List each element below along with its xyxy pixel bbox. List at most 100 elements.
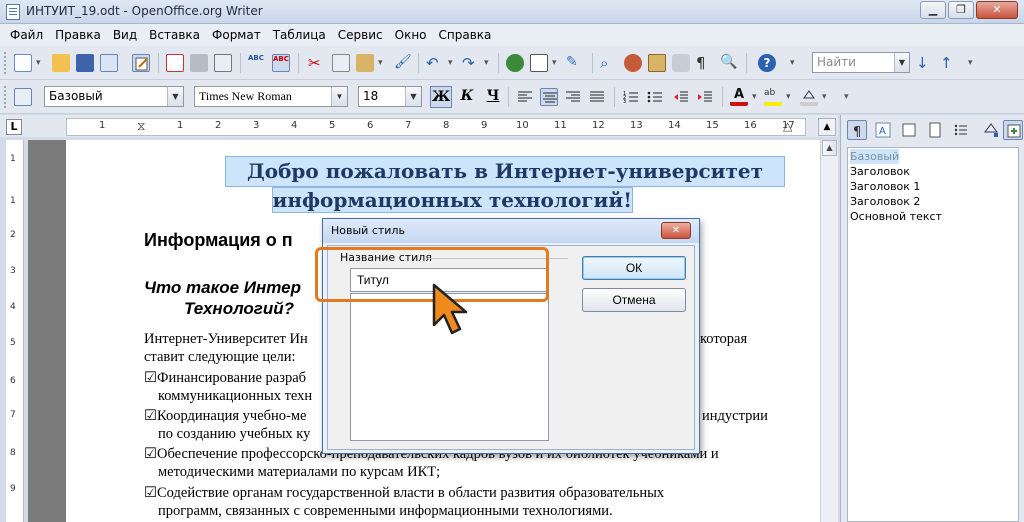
dialog-close-button[interactable]: ✕ bbox=[661, 222, 691, 239]
export-pdf-icon[interactable] bbox=[166, 54, 184, 72]
menu-tools[interactable]: Сервис bbox=[332, 28, 389, 42]
vertical-scrollbar[interactable]: ▲ bbox=[820, 140, 838, 522]
zoom-icon[interactable]: 🔍 bbox=[720, 54, 738, 72]
help-icon[interactable]: ? bbox=[758, 54, 776, 72]
spellcheck-icon[interactable]: ABC bbox=[248, 54, 266, 72]
undo-dropdown-icon[interactable]: ▾ bbox=[448, 52, 456, 74]
italic-button[interactable]: К bbox=[456, 86, 478, 108]
page-styles-icon[interactable] bbox=[925, 120, 945, 140]
style-item-heading-2[interactable]: Заголовок 2 bbox=[850, 194, 1016, 209]
new-style-from-selection-icon[interactable] bbox=[1003, 120, 1023, 140]
menu-file[interactable]: Файл bbox=[4, 28, 49, 42]
font-color-dropdown-icon[interactable]: ▾ bbox=[752, 86, 760, 108]
copy-icon[interactable] bbox=[332, 54, 350, 72]
navigator-icon[interactable] bbox=[624, 54, 642, 72]
fill-format-mode-icon[interactable] bbox=[981, 120, 1001, 140]
find-previous-icon[interactable]: ↑ bbox=[940, 54, 958, 72]
menu-table[interactable]: Таблица bbox=[267, 28, 332, 42]
section-heading[interactable]: Информация о п bbox=[144, 230, 293, 251]
menu-view[interactable]: Вид bbox=[107, 28, 143, 42]
cut-icon[interactable]: ✂ bbox=[308, 54, 326, 72]
style-item-heading[interactable]: Заголовок bbox=[850, 164, 1016, 179]
maximize-button[interactable]: ❐ bbox=[948, 1, 974, 19]
list-item[interactable]: коммуникационных техн bbox=[158, 387, 312, 405]
list-item[interactable]: программ, связанных с современными инфор… bbox=[158, 502, 613, 520]
menu-insert[interactable]: Вставка bbox=[143, 28, 206, 42]
print-icon[interactable] bbox=[190, 54, 208, 72]
style-item-body-text[interactable]: Основной текст bbox=[850, 209, 1016, 224]
paragraph-line[interactable]: ставит следующие цели: bbox=[144, 348, 296, 366]
hyperlink-icon[interactable] bbox=[506, 54, 524, 72]
list-item[interactable]: ☑Финансирование разраб bbox=[144, 369, 306, 387]
font-size-select[interactable]: 18 ▼ bbox=[358, 86, 422, 107]
save-icon[interactable] bbox=[76, 54, 94, 72]
bullets-icon[interactable] bbox=[646, 88, 664, 106]
numbering-icon[interactable]: 123 bbox=[622, 88, 640, 106]
scroll-up-icon[interactable]: ▲ bbox=[822, 140, 837, 156]
chevron-down-icon[interactable]: ▼ bbox=[167, 87, 183, 106]
style-item-heading-1[interactable]: Заголовок 1 bbox=[850, 179, 1016, 194]
email-icon[interactable] bbox=[100, 54, 118, 72]
chevron-down-icon[interactable]: ▼ bbox=[331, 87, 347, 106]
minimize-button[interactable]: ▁ bbox=[920, 1, 946, 19]
styles-formatting-icon[interactable] bbox=[14, 88, 32, 106]
align-left-icon[interactable] bbox=[516, 88, 534, 106]
decrease-indent-icon[interactable] bbox=[672, 88, 690, 106]
close-button[interactable]: ✕ bbox=[976, 1, 1018, 19]
formatting-toolbar-overflow-icon[interactable]: ▾ bbox=[844, 86, 852, 108]
cancel-button[interactable]: Отмена bbox=[582, 288, 686, 312]
paste-icon[interactable] bbox=[356, 54, 374, 72]
document-title-line2[interactable]: информационных технологий! bbox=[271, 187, 633, 213]
chevron-down-icon[interactable]: ▼ bbox=[405, 87, 421, 106]
paragraph-styles-icon[interactable]: ¶ bbox=[847, 120, 867, 140]
find-toolbar-overflow-icon[interactable]: ▾ bbox=[968, 52, 976, 74]
find-replace-icon[interactable]: ⌕ bbox=[600, 54, 618, 72]
new-document-icon[interactable] bbox=[14, 54, 32, 72]
redo-dropdown-icon[interactable]: ▾ bbox=[484, 52, 492, 74]
bold-button[interactable]: Ж bbox=[430, 86, 452, 108]
edit-mode-icon[interactable] bbox=[132, 54, 150, 72]
list-item[interactable]: по созданию учебных ку bbox=[158, 425, 310, 443]
highlighting-icon[interactable]: ab bbox=[764, 88, 782, 106]
redo-icon[interactable]: ↷ bbox=[462, 54, 480, 72]
font-color-icon[interactable]: A bbox=[730, 88, 748, 106]
formatting-marks-icon[interactable]: ¶ bbox=[696, 54, 714, 72]
paste-dropdown-icon[interactable]: ▾ bbox=[378, 52, 386, 74]
show-draw-functions-icon[interactable]: ✎ bbox=[566, 54, 584, 72]
data-sources-icon[interactable] bbox=[672, 54, 690, 72]
menu-help[interactable]: Справка bbox=[433, 28, 498, 42]
toolbar-overflow-icon[interactable]: ▾ bbox=[790, 52, 798, 74]
document-title-line1[interactable]: Добро пожаловать в Интернет-университет bbox=[225, 156, 785, 187]
find-next-icon[interactable]: ↓ bbox=[916, 54, 934, 72]
print-preview-icon[interactable] bbox=[214, 54, 232, 72]
font-name-select[interactable]: Times New Roman ▼ bbox=[194, 86, 348, 107]
frame-styles-icon[interactable] bbox=[899, 120, 919, 140]
increase-indent-icon[interactable] bbox=[696, 88, 714, 106]
styles-list[interactable]: Базовый Заголовок Заголовок 1 Заголовок … bbox=[847, 147, 1019, 522]
menu-edit[interactable]: Правка bbox=[49, 28, 107, 42]
justify-icon[interactable] bbox=[588, 88, 606, 106]
list-item[interactable]: ☑Содействие органам государственной влас… bbox=[144, 484, 664, 502]
toolbar-grip[interactable] bbox=[4, 86, 7, 108]
list-item[interactable]: методическими материалами по курсам ИКТ; bbox=[158, 463, 440, 481]
list-styles-icon[interactable] bbox=[951, 120, 971, 140]
menu-format[interactable]: Формат bbox=[206, 28, 267, 42]
horizontal-ruler[interactable]: 1 ⧖ 1 2 3 4 5 6 7 8 9 10 11 12 13 14 15 … bbox=[66, 118, 806, 136]
right-indent-marker[interactable]: △ bbox=[783, 119, 793, 135]
tab-stop-selector[interactable]: L bbox=[6, 119, 22, 135]
list-item[interactable]: индустрии bbox=[702, 407, 768, 425]
ruler-scroll-button[interactable]: ▲ bbox=[818, 118, 836, 136]
background-color-icon[interactable] bbox=[800, 88, 818, 106]
style-item-basic[interactable]: Базовый bbox=[850, 149, 900, 164]
ok-button[interactable]: ОК bbox=[582, 256, 686, 280]
table-icon[interactable] bbox=[530, 54, 548, 72]
undo-icon[interactable]: ↶ bbox=[426, 54, 444, 72]
menu-window[interactable]: Окно bbox=[389, 28, 433, 42]
gallery-icon[interactable] bbox=[648, 54, 666, 72]
subsection-heading[interactable]: Что такое Интер Технологий? bbox=[144, 277, 301, 319]
paragraph-line[interactable]: которая bbox=[700, 330, 747, 348]
autospellcheck-icon[interactable]: ABC bbox=[272, 54, 290, 72]
background-color-dropdown-icon[interactable]: ▾ bbox=[822, 86, 830, 108]
clone-formatting-icon[interactable]: 🖌 bbox=[394, 54, 412, 72]
toolbar-grip[interactable] bbox=[4, 52, 7, 74]
